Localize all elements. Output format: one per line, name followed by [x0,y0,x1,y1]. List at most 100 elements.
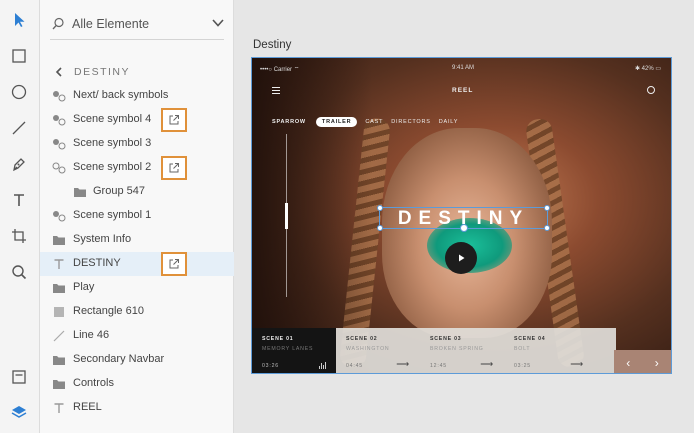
symbol-icon [52,209,66,223]
symbol-icon [52,161,66,175]
tab-sparrow[interactable]: SPARROW [272,119,306,125]
selection-handle[interactable] [377,205,383,211]
breadcrumb[interactable]: DESTINY [52,64,130,80]
chevron-left-icon[interactable]: ‹ [626,356,630,370]
tab-directors[interactable]: DIRECTORS [391,119,431,125]
layer-row[interactable]: Scene symbol 2 [40,156,234,180]
folder-icon [52,353,66,367]
layer-label: Secondary Navbar [73,353,165,365]
layer-label: Play [73,281,95,293]
layer-label: Controls [73,377,114,389]
rectangle-tool-icon[interactable] [8,45,30,67]
symbol-icon [52,89,66,103]
scene-name: SCENE 02 [346,336,378,342]
layer-row[interactable]: Scene symbol 3 [40,132,234,156]
scene-time: 12:45 [430,363,447,369]
external-link-icon[interactable] [161,156,187,180]
layer-label: REEL [73,401,102,413]
layer-row[interactable]: Scene symbol 4 [40,108,234,132]
artboard-title[interactable]: Destiny [253,39,291,51]
layer-row[interactable]: Secondary Navbar [40,348,234,372]
folder-icon [52,281,66,295]
layer-row[interactable]: Line 46 [40,324,234,348]
scene-card[interactable]: SCENE 02 WASHINGTON 04:45 ⟶ [336,328,420,373]
layer-row[interactable]: REEL [40,396,234,420]
hamburger-menu-icon[interactable] [272,87,280,94]
tab-cast[interactable]: CAST [365,119,383,125]
folder-icon [73,185,87,199]
arrow-right-icon: ⟶ [480,359,494,369]
text-tool-icon[interactable] [8,189,30,211]
layer-label: Scene symbol 1 [73,209,152,221]
profile-circle-icon[interactable] [647,86,655,94]
chevron-down-icon[interactable] [212,18,224,28]
layer-filter[interactable]: Alle Elemente [50,10,224,40]
zoom-tool-icon[interactable] [8,261,30,283]
destiny-text-selection[interactable]: DESTINY [377,205,550,232]
text-layer-icon [52,401,66,415]
text-layer-icon [52,257,66,271]
scene-name: SCENE 03 [430,336,462,342]
assets-panel-icon[interactable] [8,366,30,388]
layer-label: Rectangle 610 [73,305,144,317]
layer-row[interactable]: Rectangle 610 [40,300,234,324]
pen-tool-icon[interactable] [8,153,30,175]
symbol-icon [52,113,66,127]
arrow-right-icon: ⟶ [396,359,410,369]
arrow-right-icon: ⟶ [570,359,584,369]
selection-handle[interactable] [377,225,383,231]
tab-trailer[interactable]: TRAILER [315,117,358,127]
folder-icon [52,233,66,247]
layer-row[interactable]: Next/ back symbols [40,84,234,108]
external-link-icon[interactable] [161,252,187,276]
line-icon [52,329,66,343]
layer-row[interactable]: Controls [40,372,234,396]
tab-daily[interactable]: DAILY [439,119,459,125]
app-navbar: REEL [252,82,671,100]
layer-label: Scene symbol 2 [73,161,152,173]
layer-row-selected[interactable]: DESTINY [40,252,234,276]
scene-card[interactable]: SCENE 04 BOLT 03:25 ⟶ [504,328,616,373]
layer-label: Next/ back symbols [73,89,169,101]
secondary-navbar: SPARROW TRAILER CAST DIRECTORS DAILY [272,116,466,128]
ellipse-tool-icon[interactable] [8,81,30,103]
layer-row[interactable]: Play [40,276,234,300]
selection-handle[interactable] [544,225,550,231]
artboard[interactable]: ••••○ Carrier ⌔ 9:41 AM ✱ 42% ▭ REEL SPA… [251,57,672,374]
artboard-tool-icon[interactable] [8,225,30,247]
scene-subtitle: BROKEN SPRING [430,346,484,352]
scene-time: 04:45 [346,363,363,369]
layers-panel-icon[interactable] [8,401,30,423]
line-tool-icon[interactable] [8,117,30,139]
layers-panel: Alle Elemente DESTINY Next/ back symbols… [40,0,234,433]
scene-name: SCENE 01 [262,336,294,342]
symbol-icon [52,137,66,151]
layer-row[interactable]: Scene symbol 1 [40,204,234,228]
layer-label: Line 46 [73,329,110,341]
scene-card[interactable]: SCENE 03 BROKEN SPRING 12:45 ⟶ [420,328,504,373]
scene-strip: SCENE 01 MEMORY LANES 03:26 SCENE 02 WAS… [252,328,671,373]
chevron-right-icon[interactable]: › [655,356,659,370]
breadcrumb-label: DESTINY [74,66,131,78]
tool-bar [0,0,40,433]
carrier-text: ••••○ Carrier ⌔ [260,67,300,73]
selection-handle[interactable] [544,205,550,211]
progress-marker [285,203,288,229]
search-icon [52,17,64,30]
scene-card[interactable]: SCENE 01 MEMORY LANES 03:26 [252,328,336,373]
scene-time: 03:25 [514,363,531,369]
layer-row[interactable]: System Info [40,228,234,252]
layer-label: Scene symbol 4 [73,113,152,125]
layer-label: DESTINY [73,257,121,269]
play-icon [459,254,465,262]
external-link-icon[interactable] [161,108,187,132]
scene-subtitle: MEMORY LANES [262,346,314,352]
rotation-handle[interactable] [460,224,468,232]
chevron-left-icon[interactable] [52,67,66,77]
play-button[interactable] [445,242,477,274]
scene-subtitle: WASHINGTON [346,346,390,352]
select-tool-icon[interactable] [8,9,30,31]
rectangle-icon [52,305,66,319]
scene-subtitle: BOLT [514,346,531,352]
layer-row[interactable]: Group 547 [40,180,234,204]
